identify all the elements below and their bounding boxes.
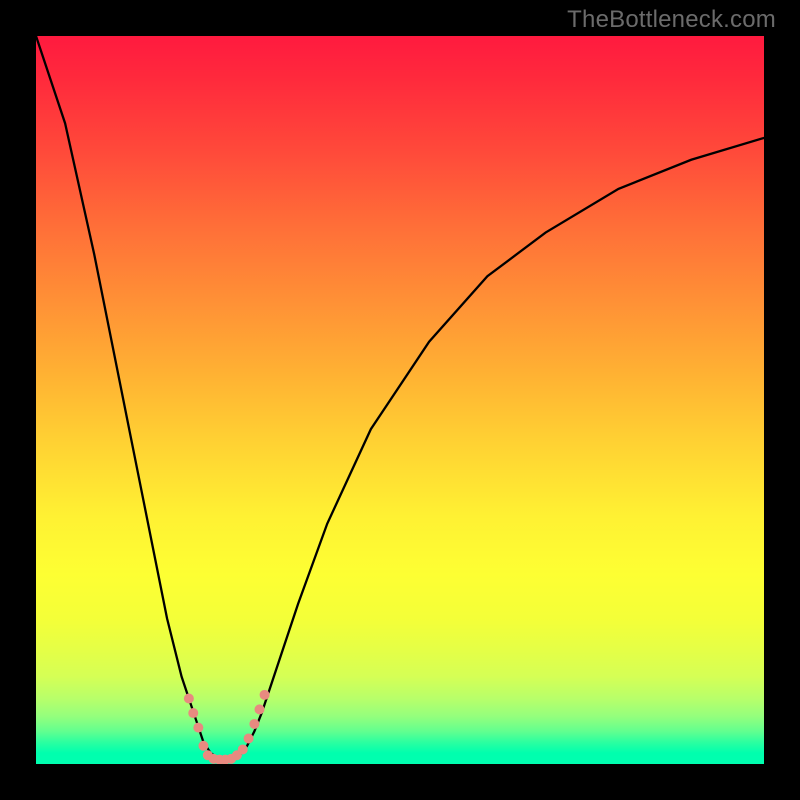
- curve-marker: [193, 723, 203, 733]
- curve-marker: [238, 744, 248, 754]
- curve-markers: [184, 690, 270, 764]
- watermark-text: TheBottleneck.com: [567, 6, 776, 34]
- curve-marker: [249, 719, 259, 729]
- curve-marker: [198, 741, 208, 751]
- curve-marker: [184, 693, 194, 703]
- curve-marker: [255, 704, 265, 714]
- curve-marker: [244, 734, 254, 744]
- bottleneck-curve-svg: [36, 36, 764, 764]
- curve-marker: [188, 708, 198, 718]
- curve-marker: [260, 690, 270, 700]
- chart-frame: TheBottleneck.com: [0, 0, 800, 800]
- bottleneck-curve-path: [36, 36, 764, 760]
- plot-area: [36, 36, 764, 764]
